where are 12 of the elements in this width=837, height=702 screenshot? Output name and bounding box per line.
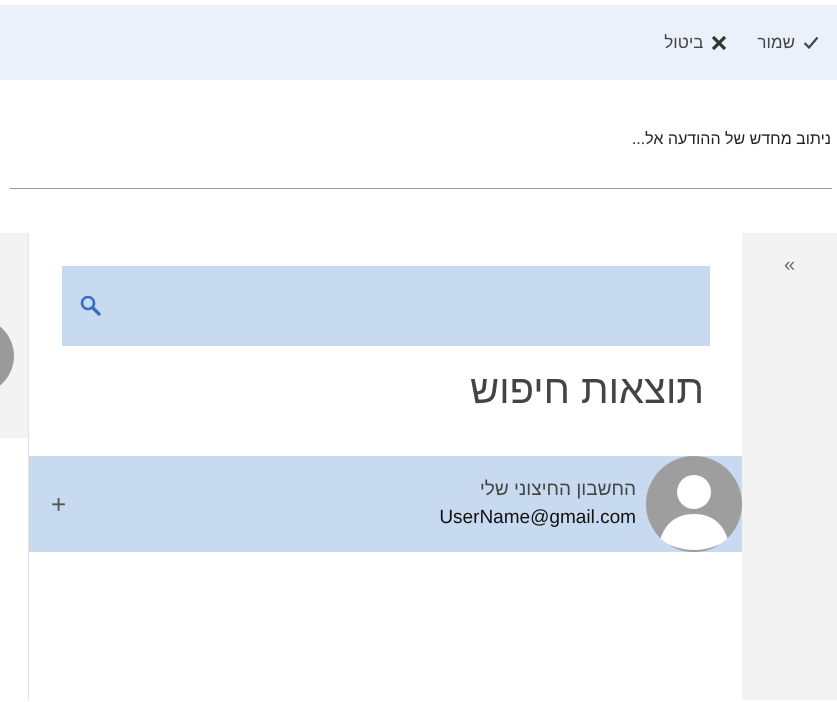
message-subject: ניתוב מחדש של ההודעה אל... [632,131,831,148]
results-heading: תוצאות חיפוש [470,368,704,412]
search-icon [80,295,102,317]
search-field[interactable] [62,266,710,346]
checkmark-icon [803,36,819,49]
save-button[interactable]: שמור [757,30,819,56]
cancel-button[interactable]: ביטול [664,30,728,56]
add-button[interactable]: + [43,484,74,524]
close-icon [711,34,728,50]
contact-email: UserName@gmail.com [439,507,636,528]
contact-name: החשבון החיצוני שלי [480,478,636,500]
collapse-button[interactable]: « [780,255,800,275]
